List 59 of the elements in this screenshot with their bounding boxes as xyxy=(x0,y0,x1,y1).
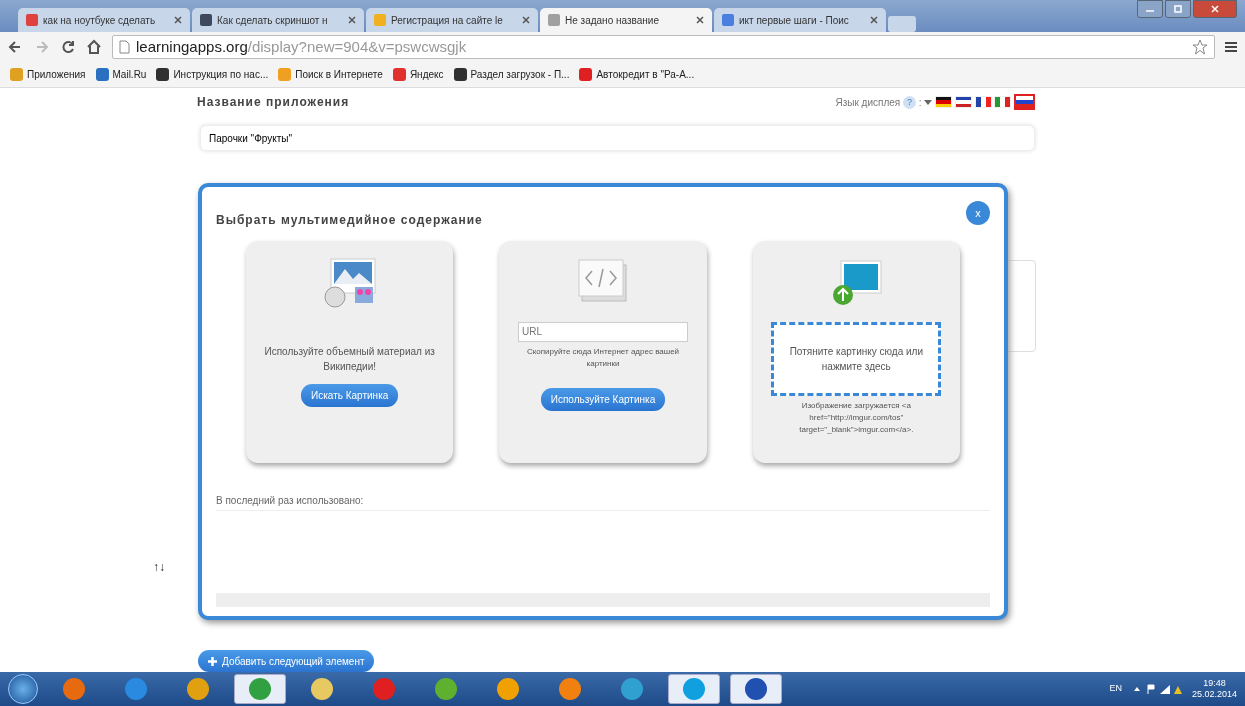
upload-note: Изображение загружается <a href="http://imgur.com/tos" target="_blank">imgur.com</a>. xyxy=(798,399,915,436)
language-flag[interactable] xyxy=(954,96,972,108)
add-element-button[interactable]: Добавить следующий элемент xyxy=(198,650,375,672)
maximize-button[interactable] xyxy=(1165,0,1191,18)
title-input[interactable]: Парочки "Фрукты" xyxy=(200,125,1035,151)
language-flag[interactable] xyxy=(974,96,992,108)
bookmark-link[interactable]: Mail.Ru xyxy=(95,67,147,82)
close-icon xyxy=(1210,5,1220,14)
minimize-button[interactable] xyxy=(1137,0,1163,18)
browser-tab[interactable]: Не задано название xyxy=(540,8,712,32)
bookmark-link[interactable]: Раздел загрузок - П... xyxy=(453,67,570,82)
reorder-arrows[interactable]: ↑↓ xyxy=(153,558,165,576)
bookmark-link[interactable]: Инструкция по нас... xyxy=(156,67,269,82)
bookmark-link[interactable]: Яндекс xyxy=(392,67,444,82)
close-icon[interactable] xyxy=(696,16,704,24)
page-icon xyxy=(119,40,130,54)
close-button[interactable] xyxy=(1193,0,1237,18)
reload-button[interactable] xyxy=(60,39,76,55)
browser-tab[interactable]: Регистрация на сайте le xyxy=(366,8,538,32)
close-icon[interactable] xyxy=(348,16,356,24)
bookmark-link[interactable]: Поиск в Интернете xyxy=(278,67,383,82)
maximize-icon xyxy=(1173,5,1183,14)
plus-icon xyxy=(208,656,217,666)
close-icon[interactable] xyxy=(522,16,530,24)
close-button[interactable]: x xyxy=(966,201,990,225)
clock-date[interactable]: 25.02.2014 xyxy=(1191,689,1237,700)
dialog-title: Выбрать мультимедийное содержание xyxy=(216,212,483,229)
use-image-button[interactable]: Используйте Картинка xyxy=(540,387,666,411)
card-description: Используйте объемный материал из Википедии! xyxy=(263,344,436,374)
star-icon[interactable] xyxy=(1192,39,1208,55)
section-heading: Название приложения xyxy=(197,94,350,111)
address-bar[interactable]: learningapps.org/display?new=904&v=pswcwsgjk xyxy=(112,35,1215,59)
close-icon[interactable] xyxy=(174,16,182,24)
bookmark-link[interactable]: Автокредит в "Ра-А... xyxy=(579,67,695,82)
recent-label: В последний раз использовано: xyxy=(216,493,990,511)
home-button[interactable] xyxy=(86,39,102,55)
taskbar-button[interactable] xyxy=(730,674,782,704)
clock-time[interactable]: 19:48 xyxy=(1191,678,1237,689)
start-button[interactable] xyxy=(8,674,38,704)
tray-icons[interactable] xyxy=(1131,683,1182,695)
search-image-button[interactable]: Искать Картинка xyxy=(301,383,399,407)
menu-icon[interactable] xyxy=(1225,41,1237,53)
close-icon[interactable] xyxy=(870,16,878,24)
browser-tab[interactable]: Как сделать скриншот н xyxy=(192,8,364,32)
url-text: learningapps.org/display?new=904&v=pswcwsgjk xyxy=(136,36,467,57)
browser-tab[interactable]: икт первые шаги - Поис xyxy=(714,8,886,32)
taskbar-button[interactable] xyxy=(234,674,286,704)
bookmark-link[interactable]: Приложения xyxy=(10,67,86,82)
dropdown-caret-icon[interactable] xyxy=(924,99,933,105)
browser-tab[interactable]: как на ноутбуке сделать xyxy=(18,8,190,32)
images-icon xyxy=(322,257,377,309)
language-flag[interactable] xyxy=(1014,94,1035,110)
language-label: Язык дисплея xyxy=(835,95,901,110)
drop-zone[interactable]: Потяните картинку сюда или нажмите здесь xyxy=(771,321,942,396)
keyboard-language[interactable]: EN xyxy=(1109,682,1122,696)
language-flag[interactable] xyxy=(935,96,952,108)
card-hint: Скопируйте сюда Интернет адрес вашей картинки xyxy=(525,345,681,370)
separator-text: : xyxy=(918,95,922,110)
url-input[interactable]: URL xyxy=(518,321,688,342)
